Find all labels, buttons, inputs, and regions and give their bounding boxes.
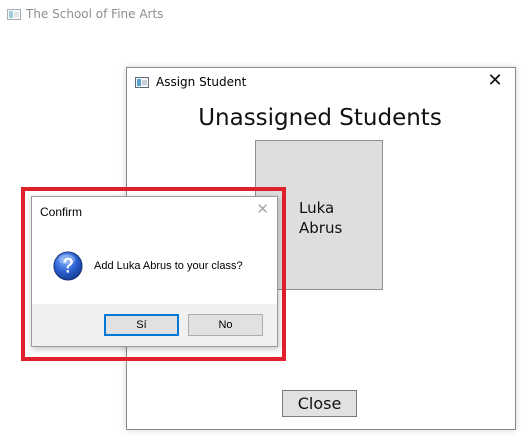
- app-window-icon: [135, 77, 149, 88]
- unassigned-students-heading: Unassigned Students: [198, 105, 442, 131]
- dialog-button-bar: Sí No: [32, 304, 277, 346]
- app-window-icon: [7, 9, 21, 20]
- dialog-title: Assign Student: [156, 75, 247, 89]
- confirm-dialog-title: Confirm: [40, 205, 83, 219]
- close-button[interactable]: Close: [282, 390, 357, 417]
- main-window-title: The School of Fine Arts: [26, 7, 164, 21]
- question-icon: [53, 251, 83, 281]
- student-name: Luka Abrus: [299, 199, 343, 237]
- confirm-dialog: Confirm ✕ Add Luka Abrus to your class? …: [31, 196, 278, 347]
- yes-button[interactable]: Sí: [104, 314, 179, 336]
- close-icon[interactable]: ✕: [256, 202, 269, 218]
- no-button[interactable]: No: [188, 314, 263, 336]
- close-icon[interactable]: ✕: [485, 71, 505, 91]
- confirm-message: Add Luka Abrus to your class?: [94, 260, 243, 272]
